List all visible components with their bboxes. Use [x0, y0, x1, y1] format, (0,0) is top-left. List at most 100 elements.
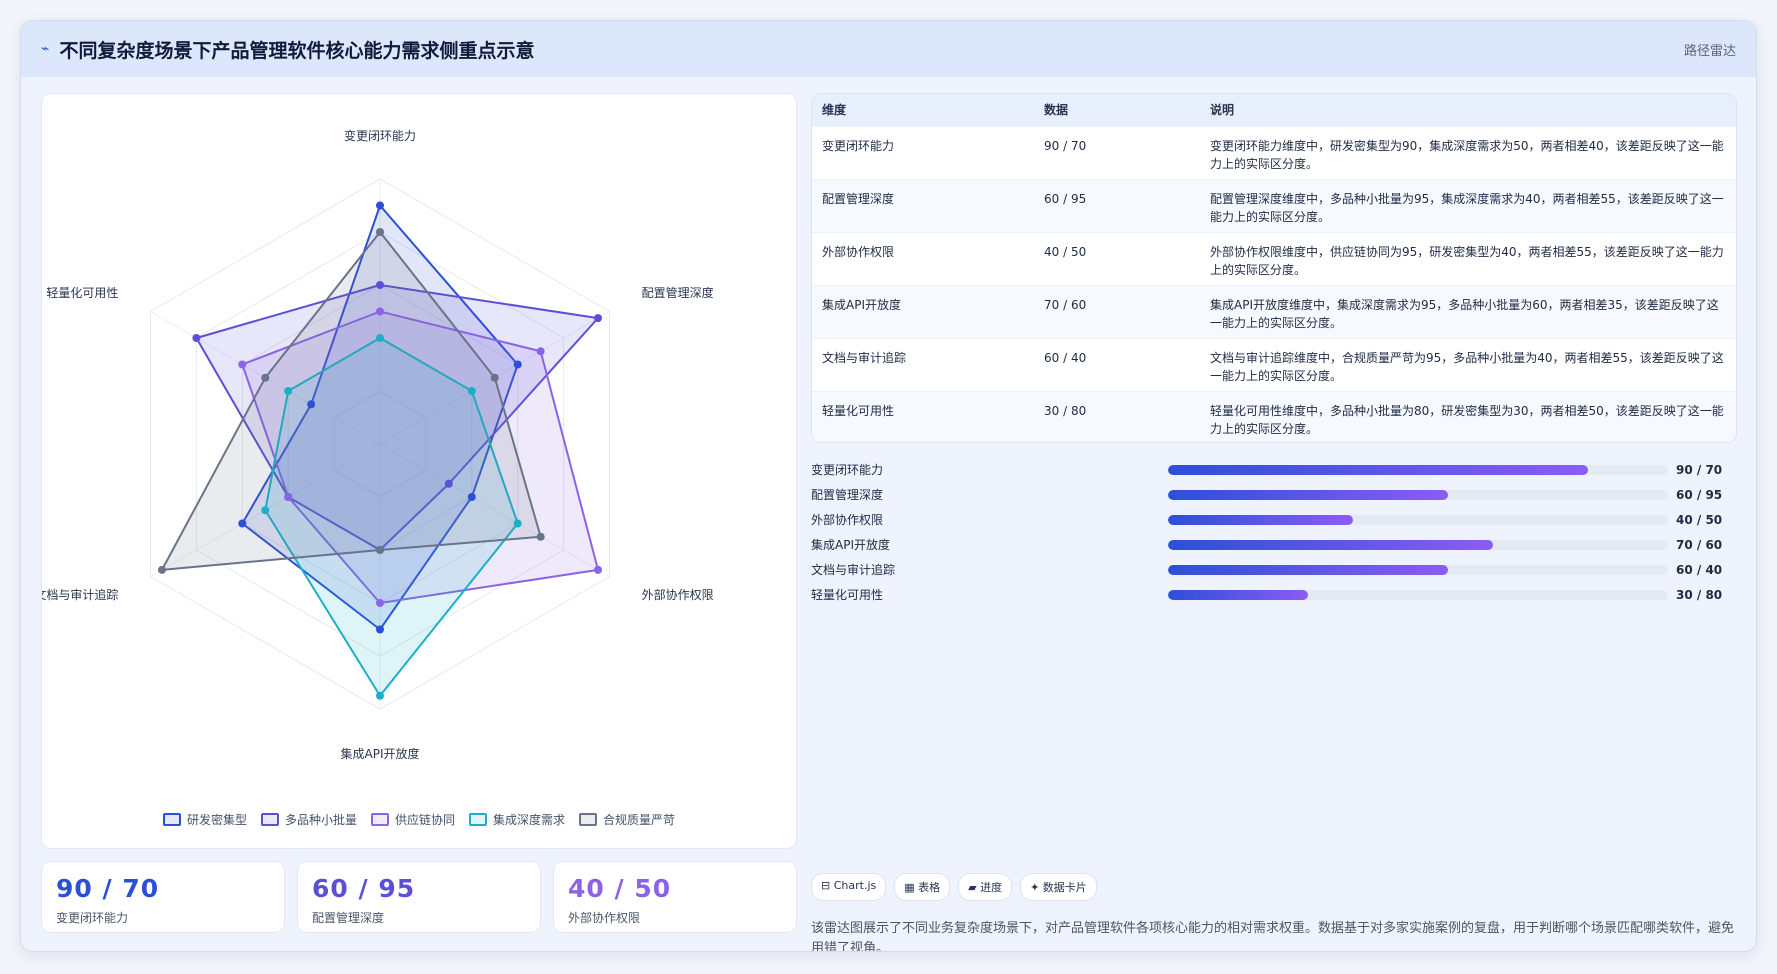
- radar-point: [594, 565, 603, 574]
- progress-track: [1168, 489, 1668, 500]
- cell-dimension: 配置管理深度: [812, 178, 1034, 232]
- radar-point: [238, 519, 247, 528]
- radar-point: [261, 506, 270, 515]
- radar-point: [376, 625, 384, 634]
- legend-item[interactable]: 研发密集型: [162, 811, 247, 828]
- feature-chip[interactable]: ▦ 表格: [894, 873, 951, 901]
- legend-swatch: [370, 813, 389, 826]
- cell-value: 40 / 50: [1034, 231, 1200, 285]
- table-row: 轻量化可用性 30 / 80 轻量化可用性维度中，多品种小批量为80，研发密集型为3…: [812, 390, 1736, 442]
- radar-point: [490, 373, 499, 382]
- radar-point: [513, 360, 522, 369]
- kpi-value: 40 / 50: [568, 874, 672, 903]
- progress-label: 轻量化可用性: [811, 588, 884, 602]
- cell-description: 外部协作权限维度中，供应链协同为95，研发密集型为40，两者相差55，该差距反映…: [1200, 231, 1736, 285]
- legend-item[interactable]: 供应链协同: [370, 811, 455, 828]
- legend-swatch: [469, 813, 487, 826]
- progress-fill: [1168, 514, 1353, 525]
- radar-axis-label: 文档与审计追踪: [42, 587, 118, 602]
- route-icon: ⌁: [41, 41, 50, 57]
- cell-description: 变更闭环能力维度中，研发密集型为90，集成深度需求为50，两者相差40，该差距反…: [1200, 125, 1736, 179]
- legend-item[interactable]: 多品种小批量: [260, 811, 357, 828]
- cell-value: 90 / 70: [1034, 125, 1200, 179]
- data-table-card: 维度 数据 说明 变更闭环能力 90 / 70 变更闭环能力维度中，研发密集型为90…: [811, 93, 1737, 443]
- progress-label: 外部协作权限: [811, 513, 884, 527]
- kpi-card-3: 40 / 50 外部协作权限: [553, 861, 797, 933]
- legend-label: 研发密集型: [186, 813, 247, 827]
- progress-row: 外部协作权限 40 / 50: [811, 507, 1737, 532]
- progress-track: [1168, 589, 1668, 600]
- cell-value: 60 / 40: [1034, 337, 1200, 391]
- cell-dimension: 变更闭环能力: [812, 125, 1034, 179]
- chart-legend: 研发密集型 多品种小批量 供应链协同 集成深度需求 合规质量严苛: [42, 811, 796, 828]
- radar-point: [261, 373, 270, 382]
- table-row: 集成API开放度 70 / 60 集成API开放度维度中，集成深度需求为95，多品种…: [812, 284, 1736, 338]
- radar-point: [157, 565, 166, 574]
- kpi-label: 变更闭环能力: [56, 911, 129, 925]
- radar-point: [284, 387, 293, 395]
- cell-description: 集成API开放度维度中，集成深度需求为95，多品种小批量为60，两者相差35，该…: [1200, 284, 1736, 338]
- kpi-value: 60 / 95: [312, 874, 416, 903]
- table-row: 文档与审计追踪 60 / 40 文档与审计追踪维度中，合规质量严苛为95，多品种小批…: [812, 337, 1736, 391]
- progress-track: [1168, 514, 1668, 525]
- radar-axis-label: 配置管理深度: [642, 285, 714, 300]
- progress-row: 变更闭环能力 90 / 70: [811, 457, 1737, 482]
- cell-value: 70 / 60: [1034, 284, 1200, 338]
- progress-row: 文档与审计追踪 60 / 40: [811, 557, 1737, 582]
- cell-value: 60 / 95: [1034, 178, 1200, 232]
- radar-point: [376, 546, 384, 554]
- radar-point: [376, 281, 384, 289]
- table-header: 维度: [812, 94, 1034, 126]
- progress-fill: [1168, 539, 1493, 550]
- radar-point: [536, 347, 545, 356]
- kpi-card-2: 60 / 95 配置管理深度: [297, 861, 541, 933]
- legend-label: 集成深度需求: [493, 813, 566, 827]
- header: ⌁ 不同复杂度场景下产品管理软件核心能力需求侧重点示意 路径雷达: [21, 21, 1756, 77]
- table-row: 配置管理深度 60 / 95 配置管理深度维度中，多品种小批量为95，集成深度需求为…: [812, 178, 1736, 232]
- cell-description: 配置管理深度维度中，多品种小批量为95，集成深度需求为40，两者相差55，该差距…: [1200, 178, 1736, 232]
- dashboard-frame: ⌁ 不同复杂度场景下产品管理软件核心能力需求侧重点示意 路径雷达 变更闭环能力配…: [20, 20, 1757, 952]
- radar-point: [376, 307, 384, 316]
- progress-fill: [1168, 564, 1448, 575]
- cell-dimension: 轻量化可用性: [812, 390, 1034, 442]
- kpi-value: 90 / 70: [56, 874, 160, 903]
- radar-point: [376, 691, 384, 700]
- radar-point: [376, 228, 384, 236]
- radar-point: [238, 360, 247, 369]
- kpi-label: 配置管理深度: [312, 911, 385, 925]
- description: 该雷达图展示了不同业务复杂度场景下，对产品管理软件各项核心能力的相对需求权重。数…: [811, 921, 1735, 952]
- radar-point: [467, 387, 476, 395]
- legend-swatch: [579, 813, 598, 826]
- progress-value: 60 / 40: [1676, 562, 1723, 577]
- radar-point: [376, 201, 384, 210]
- radar-point: [192, 334, 201, 342]
- cell-value: 30 / 80: [1034, 390, 1200, 442]
- radar-point: [536, 532, 545, 541]
- progress-row: 集成API开放度 70 / 60: [811, 532, 1737, 557]
- cell-description: 轻量化可用性维度中，多品种小批量为80，研发密集型为30，两者相差50，该差距反…: [1200, 390, 1736, 442]
- progress-value: 60 / 95: [1676, 487, 1723, 502]
- table-header: 数据: [1034, 94, 1200, 126]
- kpi-card-1: 90 / 70 变更闭环能力: [41, 861, 285, 933]
- progress-row: 轻量化可用性 30 / 80: [811, 582, 1737, 607]
- legend-swatch: [162, 813, 181, 826]
- radar-card: 变更闭环能力 配置管理深度 外部协作权限 集成API开放度 文档与审计追踪 轻量化可用性 …: [41, 93, 797, 849]
- legend-item[interactable]: 合规质量严苛: [579, 811, 675, 828]
- legend-swatch: [260, 813, 279, 826]
- radar-axis-label: 集成API开放度: [341, 746, 420, 761]
- progress-row: 配置管理深度 60 / 95: [811, 482, 1737, 507]
- radar-point: [376, 334, 384, 342]
- feature-chip[interactable]: ⊟ Chart.js: [811, 873, 887, 901]
- radar-series-area: [160, 231, 542, 571]
- feature-chip[interactable]: ✦ 数据卡片: [1020, 873, 1097, 901]
- progress-value: 30 / 80: [1676, 587, 1723, 602]
- cell-description: 文档与审计追踪维度中，合规质量严苛为95，多品种小批量为40，两者相差55，该差…: [1200, 337, 1736, 391]
- radar-axis-label: 外部协作权限: [642, 587, 714, 602]
- legend-item[interactable]: 集成深度需求: [469, 811, 565, 828]
- legend-label: 合规质量严苛: [603, 813, 676, 827]
- radar-point: [376, 599, 384, 607]
- progress-label: 变更闭环能力: [811, 463, 884, 477]
- feature-chip[interactable]: ▰ 进度: [958, 873, 1013, 901]
- radar-point: [444, 479, 453, 488]
- table-row: 变更闭环能力 90 / 70 变更闭环能力维度中，研发密集型为90，集成深度需求为5…: [812, 125, 1736, 179]
